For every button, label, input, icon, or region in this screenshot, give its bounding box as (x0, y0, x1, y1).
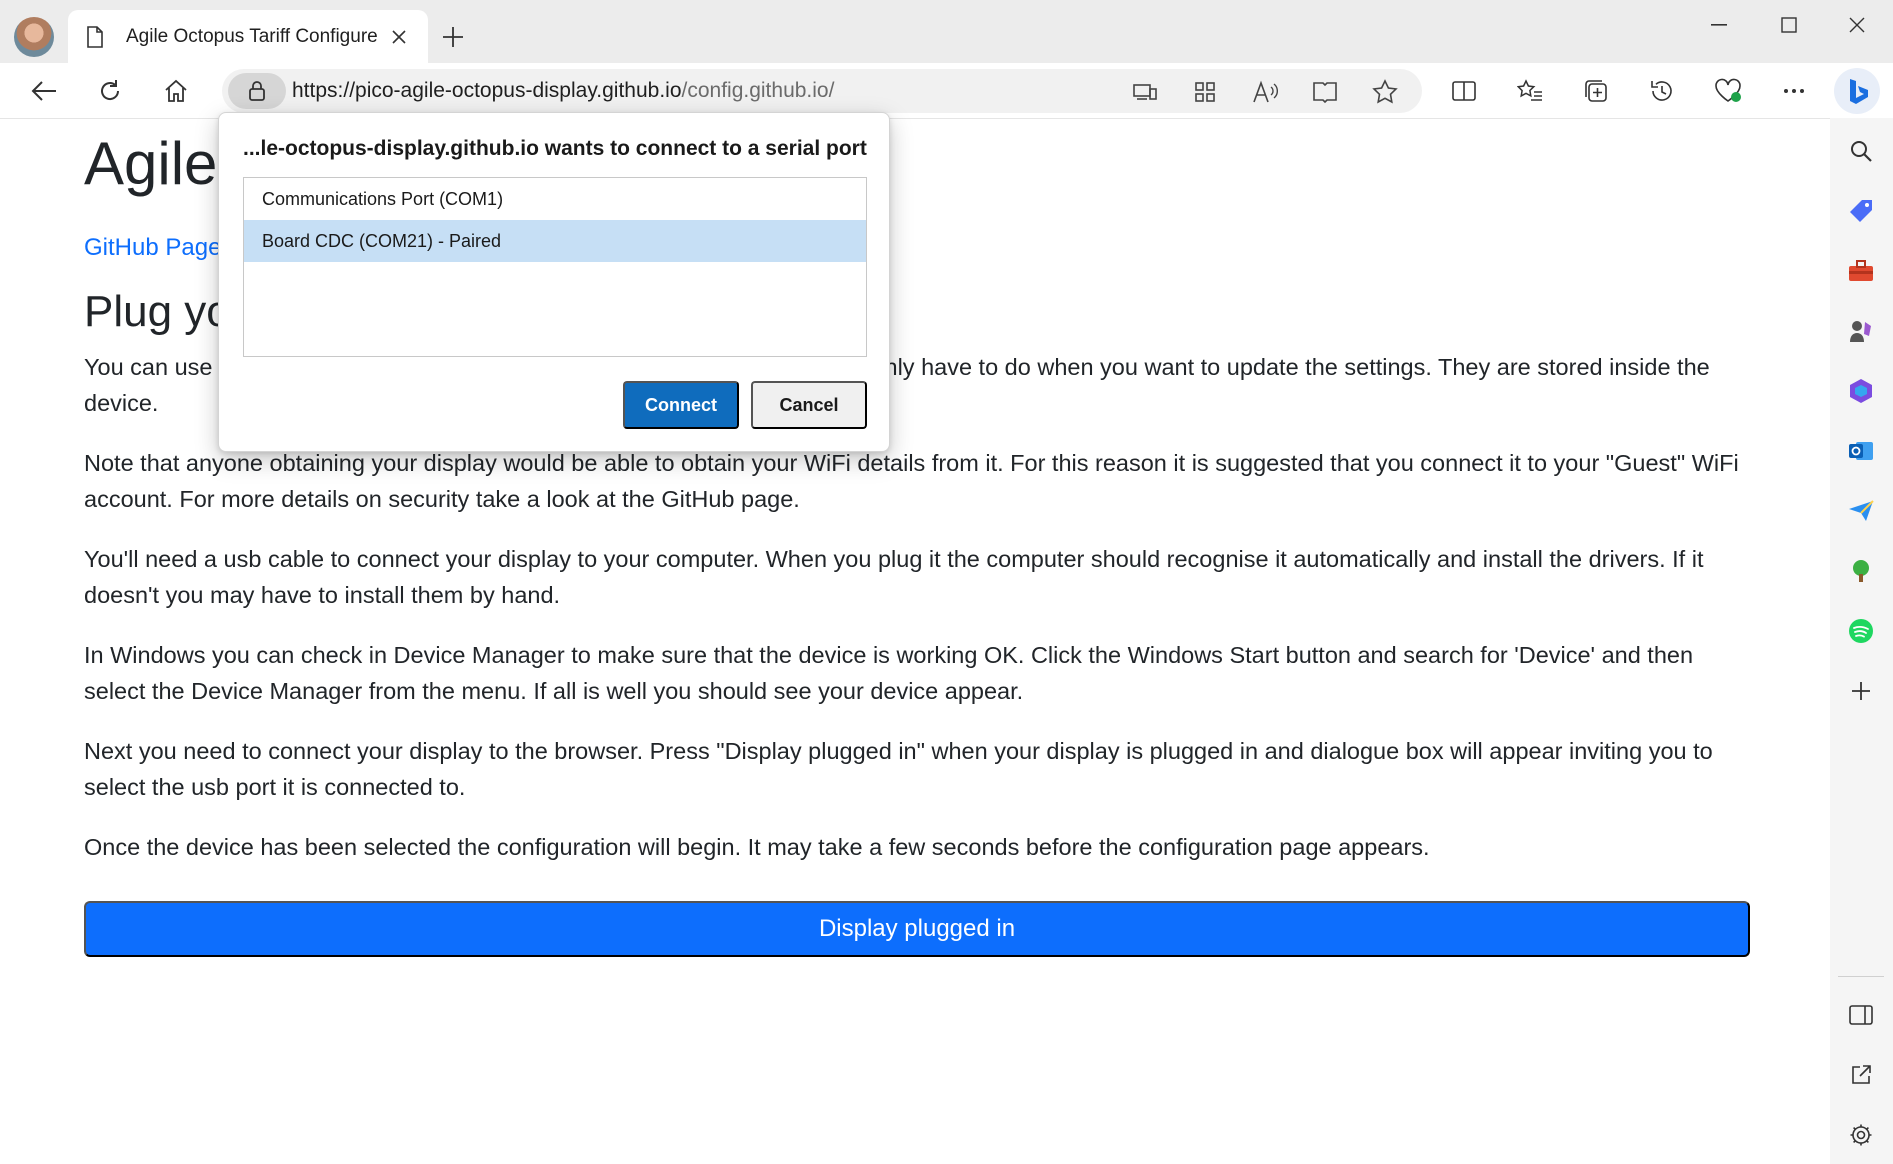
port-list[interactable]: Communications Port (COM1) Board CDC (CO… (243, 177, 867, 357)
collections-icon[interactable] (1576, 71, 1616, 111)
port-item-com21[interactable]: Board CDC (COM21) - Paired (244, 220, 866, 262)
sidebar-divider (1838, 976, 1884, 977)
device-manager-paragraph: In Windows you can check in Device Manag… (84, 642, 1694, 704)
url-text[interactable]: https://pico-agile-octopus-display.githu… (292, 79, 834, 103)
title-bar: Agile Octopus Tariff Configure (0, 0, 1893, 63)
profile-avatar[interactable] (14, 17, 54, 57)
github-page-link[interactable]: GitHub Page (84, 234, 221, 262)
more-options-icon[interactable] (1774, 71, 1814, 111)
page-icon (84, 24, 106, 50)
tree-icon[interactable] (1844, 554, 1878, 588)
close-window-button[interactable] (1824, 8, 1890, 42)
refresh-icon[interactable] (90, 71, 130, 111)
section-heading: Plug yo (84, 287, 231, 336)
port-item-com1[interactable]: Communications Port (COM1) (244, 178, 866, 220)
dialog-title: ...le-octopus-display.github.io wants to… (243, 137, 867, 160)
close-tab-icon[interactable] (386, 24, 412, 50)
open-external-icon[interactable] (1844, 1058, 1878, 1092)
favorite-star-icon[interactable] (1368, 75, 1402, 109)
edge-sidebar (1830, 118, 1893, 1164)
bing-chat-icon[interactable] (1834, 68, 1880, 114)
minimize-button[interactable] (1686, 8, 1752, 42)
security-paragraph: Note that anyone obtaining your display … (84, 450, 1739, 512)
microsoft-365-icon[interactable] (1844, 374, 1878, 408)
address-bar[interactable]: https://pico-agile-octopus-display.githu… (222, 69, 1422, 113)
usb-cable-paragraph: You'll need a usb cable to connect your … (84, 546, 1704, 608)
configuration-paragraph: Once the device has been selected the co… (84, 834, 1430, 860)
split-screen-icon[interactable] (1444, 71, 1484, 111)
browser-tab[interactable]: Agile Octopus Tariff Configure (68, 10, 428, 63)
back-arrow-icon[interactable] (24, 71, 64, 111)
connect-browser-paragraph: Next you need to connect your display to… (84, 738, 1713, 800)
serial-port-dialog: ...le-octopus-display.github.io wants to… (218, 112, 890, 452)
settings-gear-icon[interactable] (1844, 1118, 1878, 1152)
new-tab-button[interactable] (436, 20, 470, 54)
tools-icon[interactable] (1844, 254, 1878, 288)
favorites-icon[interactable] (1510, 71, 1550, 111)
spotify-icon[interactable] (1844, 614, 1878, 648)
search-icon[interactable] (1844, 134, 1878, 168)
browser-toolbar: https://pico-agile-octopus-display.githu… (0, 63, 1893, 118)
immersive-reader-icon[interactable] (1308, 75, 1342, 109)
browser-essentials-icon[interactable] (1708, 71, 1748, 111)
page-title: Agile (84, 130, 218, 197)
read-aloud-icon[interactable] (1248, 75, 1282, 109)
games-icon[interactable] (1844, 314, 1878, 348)
connect-button[interactable]: Connect (623, 381, 739, 429)
home-icon[interactable] (156, 71, 196, 111)
outlook-icon[interactable] (1844, 434, 1878, 468)
shopping-tag-icon[interactable] (1844, 194, 1878, 228)
maximize-button[interactable] (1756, 8, 1822, 42)
add-icon[interactable] (1844, 674, 1878, 708)
history-icon[interactable] (1642, 71, 1682, 111)
hide-sidebar-icon[interactable] (1844, 998, 1878, 1032)
send-icon[interactable] (1844, 494, 1878, 528)
display-plugged-in-button[interactable]: Display plugged in (84, 901, 1750, 957)
lock-icon[interactable] (228, 73, 286, 109)
cancel-button[interactable]: Cancel (751, 381, 867, 429)
tab-title: Agile Octopus Tariff Configure (126, 25, 378, 47)
device-icon[interactable] (1128, 75, 1162, 109)
apps-icon[interactable] (1188, 75, 1222, 109)
